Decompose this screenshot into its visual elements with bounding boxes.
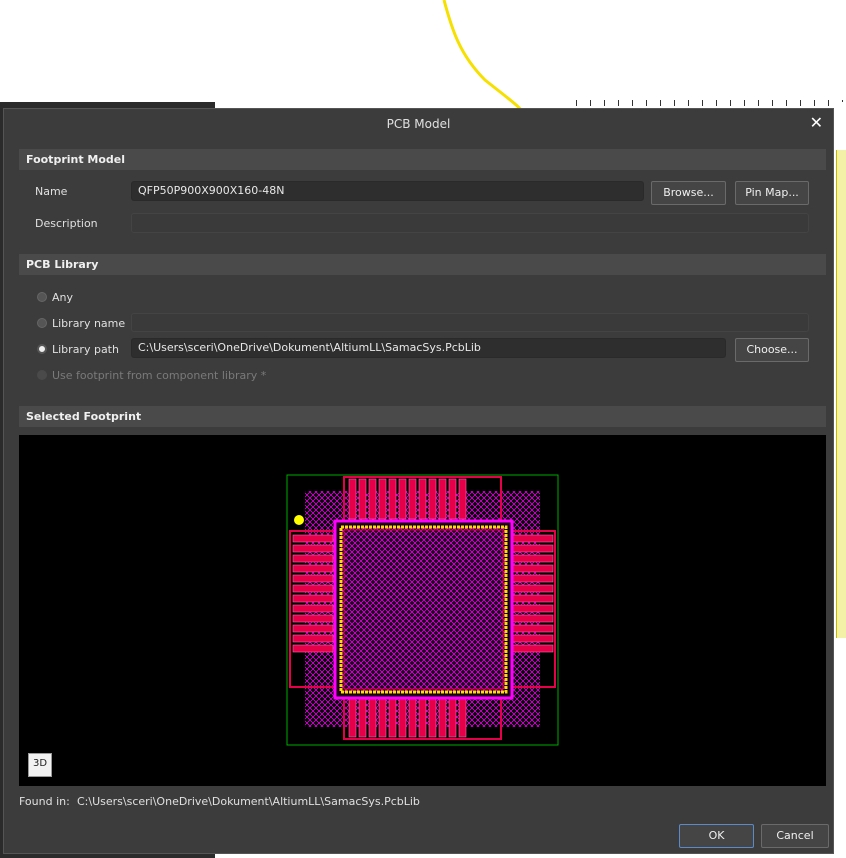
pad-top-6 — [398, 478, 407, 520]
radio-library-path-label[interactable]: Library path — [52, 343, 119, 356]
pad-right-11 — [512, 634, 554, 643]
pad-top-7 — [408, 478, 417, 520]
pad-left-12 — [292, 644, 334, 653]
pad-left-7 — [292, 594, 334, 603]
name-label: Name — [35, 185, 68, 198]
radio-any[interactable] — [37, 292, 47, 302]
pad-left-2 — [292, 544, 334, 553]
pad-right-12 — [512, 644, 554, 653]
pad-bottom-7 — [408, 696, 417, 738]
ok-button[interactable]: OK — [679, 824, 754, 848]
pad-bottom-9 — [428, 696, 437, 738]
radio-use-component-library — [37, 370, 47, 380]
found-in-label: Found in: — [19, 795, 70, 808]
radio-library-name-label[interactable]: Library name — [52, 317, 125, 330]
pad-bottom-10 — [438, 696, 447, 738]
library-path-field[interactable]: C:\Users\sceri\OneDrive\Dokument\AltiumL… — [131, 338, 726, 358]
pad-left-9 — [292, 614, 334, 623]
cancel-button[interactable]: Cancel — [761, 824, 829, 848]
radio-any-label[interactable]: Any — [52, 291, 73, 304]
pad-bottom-2 — [358, 696, 367, 738]
component-body — [339, 525, 508, 694]
pad-bottom-11 — [448, 696, 457, 738]
pad-bottom-4 — [378, 696, 387, 738]
pad-top-5 — [388, 478, 397, 520]
radio-library-name[interactable] — [37, 318, 47, 328]
pad-left-11 — [292, 634, 334, 643]
pad-top-10 — [438, 478, 447, 520]
pad-right-1 — [512, 534, 554, 543]
browse-button[interactable]: Browse... — [651, 181, 726, 205]
pad-left-10 — [292, 624, 334, 633]
close-icon[interactable]: ✕ — [810, 113, 823, 132]
pad-right-10 — [512, 624, 554, 633]
pcb-library-header: PCB Library — [19, 254, 826, 275]
pad-left-3 — [292, 554, 334, 563]
dialog-titlebar[interactable]: PCB Model ✕ — [4, 109, 833, 139]
radio-library-path[interactable] — [37, 344, 47, 354]
pad-right-2 — [512, 544, 554, 553]
pad-left-8 — [292, 604, 334, 613]
pad-bottom-1 — [348, 696, 357, 738]
pad-bottom-8 — [418, 696, 427, 738]
footprint-preview[interactable]: 3D — [19, 435, 826, 786]
library-name-field[interactable] — [131, 313, 809, 332]
pad-bottom-6 — [398, 696, 407, 738]
pad-left-6 — [292, 584, 334, 593]
pad-bottom-3 — [368, 696, 377, 738]
pad-top-4 — [378, 478, 387, 520]
dialog-title: PCB Model — [386, 117, 451, 131]
pad-right-5 — [512, 574, 554, 583]
pin1-marker — [294, 515, 304, 525]
pad-right-3 — [512, 554, 554, 563]
found-in-path: C:\Users\sceri\OneDrive\Dokument\AltiumL… — [77, 795, 420, 808]
description-field[interactable] — [131, 213, 809, 233]
pad-right-4 — [512, 564, 554, 573]
pad-top-11 — [448, 478, 457, 520]
name-field[interactable]: QFP50P900X900X160-48N — [131, 181, 644, 201]
choose-button[interactable]: Choose... — [735, 338, 809, 362]
pad-top-12 — [458, 478, 467, 520]
pin-map-button[interactable]: Pin Map... — [735, 181, 809, 205]
pad-right-8 — [512, 604, 554, 613]
selected-footprint-header: Selected Footprint — [19, 406, 826, 427]
pad-bottom-5 — [388, 696, 397, 738]
description-label: Description — [35, 217, 98, 230]
footprint-drawing — [286, 474, 559, 746]
pad-top-2 — [358, 478, 367, 520]
pad-right-9 — [512, 614, 554, 623]
pad-top-9 — [428, 478, 437, 520]
pad-right-7 — [512, 594, 554, 603]
footprint-model-header: Footprint Model — [19, 149, 826, 170]
pad-left-5 — [292, 574, 334, 583]
pad-left-4 — [292, 564, 334, 573]
use-component-library-label: Use footprint from component library * — [52, 369, 267, 382]
pad-left-1 — [292, 534, 334, 543]
background-ruler — [576, 100, 846, 106]
view-3d-button[interactable]: 3D — [28, 753, 52, 777]
pad-right-6 — [512, 584, 554, 593]
background-schematic-strip — [836, 150, 846, 638]
pad-top-1 — [348, 478, 357, 520]
pad-top-8 — [418, 478, 427, 520]
pad-top-3 — [368, 478, 377, 520]
pad-bottom-12 — [458, 696, 467, 738]
pcb-model-dialog: PCB Model ✕ Footprint Model Name QFP50P9… — [3, 108, 834, 854]
